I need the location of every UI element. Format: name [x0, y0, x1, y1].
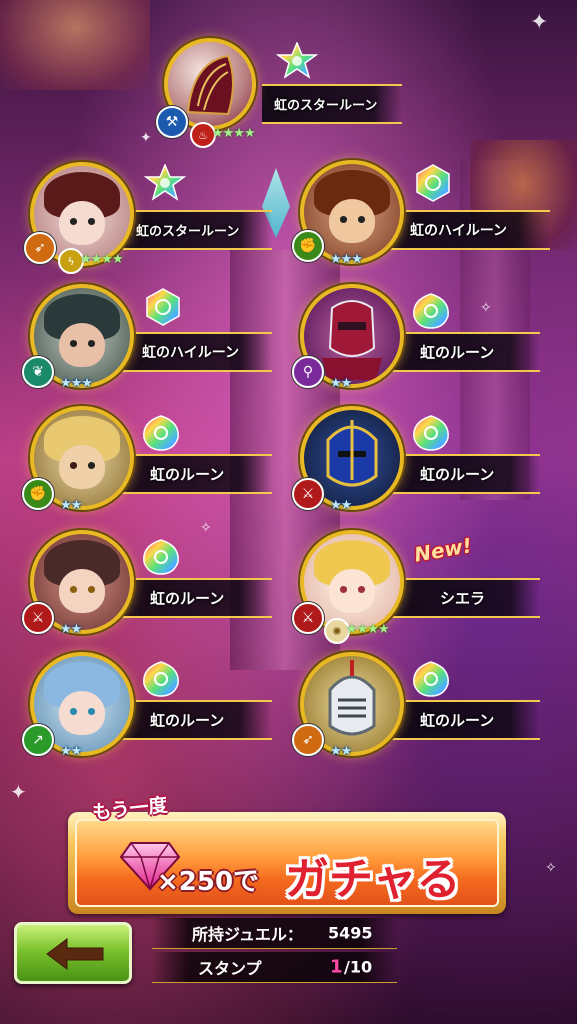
- result-name: 虹のルーン: [150, 465, 225, 484]
- result-name: 虹のルーン: [420, 343, 495, 362]
- rarity-stars: ★★★★: [80, 252, 124, 267]
- rainbow-rune-icon: [413, 293, 449, 329]
- rarity-stars: ★★★: [60, 376, 93, 391]
- pull-result-4[interactable]: 虹のハイルーン ❦ ★★★: [20, 284, 280, 404]
- pull-result-6[interactable]: 虹のルーン ✊ ★★: [20, 406, 280, 526]
- result-name: 虹のルーン: [420, 465, 495, 484]
- result-name: 虹のスタールーン: [274, 98, 378, 114]
- axe-icon: ⚒: [156, 106, 188, 138]
- rainbow-high-rune-icon: [146, 288, 180, 326]
- rarity-stars: ★★: [60, 498, 82, 513]
- rarity-stars: ★★: [60, 622, 82, 637]
- pull-result-10[interactable]: 虹のルーン ↗ ★★: [20, 652, 280, 772]
- gacha-cost: ×250で: [157, 867, 260, 897]
- stamp-total: /10: [344, 957, 373, 977]
- result-banner: 虹のルーン: [112, 700, 272, 740]
- jewel-count-label: 所持ジュエル：: [192, 925, 303, 944]
- result-banner: 虹のルーン: [390, 700, 540, 740]
- jewel-count-value: 5495: [328, 923, 373, 943]
- stamp-label: スタンプ: [198, 959, 262, 978]
- result-name: 虹のルーン: [150, 711, 225, 730]
- pull-result-2[interactable]: 虹のスタールーン ➶ ϟ ★★★★: [20, 160, 280, 280]
- sword-icon: ⚔: [292, 602, 324, 634]
- staff-icon: ⚲: [292, 356, 324, 388]
- rainbow-rune-icon: [413, 415, 449, 451]
- rainbow-star-rune-icon: [276, 42, 318, 79]
- result-banner: 虹のスタールーン: [262, 84, 402, 124]
- result-banner: 虹のルーン: [112, 578, 272, 618]
- rainbow-rune-icon: [143, 415, 179, 451]
- result-banner: 虹のハイルーン: [112, 332, 272, 372]
- fist-icon: ✊: [22, 478, 54, 510]
- pull-result-3[interactable]: 虹のハイルーン ✊ ★★★: [290, 160, 560, 280]
- pull-result-8[interactable]: 虹のルーン ⚔ ★★: [20, 530, 280, 650]
- stamp-row: スタンプ 1 /10: [152, 952, 397, 983]
- result-banner: 虹のハイルーン: [390, 210, 550, 250]
- sparkle-icon: ✦: [530, 10, 549, 35]
- result-name: 虹のスタールーン: [136, 224, 240, 240]
- background-lamp: [0, 0, 150, 90]
- gacha-button-face: ×250で ガチャる: [75, 819, 499, 907]
- result-name: 虹のルーン: [420, 711, 495, 730]
- result-name: 虹のハイルーン: [410, 223, 508, 239]
- result-banner: 虹のスタールーン: [112, 210, 272, 250]
- spear-icon: ↗: [22, 724, 54, 756]
- sparkle-icon: ✧: [545, 860, 557, 876]
- bow-icon: ➶: [24, 232, 56, 264]
- rarity-stars: ★★★★: [346, 622, 390, 637]
- rainbow-rune-icon: [413, 661, 449, 697]
- rarity-stars: ★★: [330, 744, 352, 759]
- pull-result-5[interactable]: 虹のルーン ⚲ ★★: [290, 284, 560, 404]
- sparkle-icon: ✦: [10, 780, 27, 804]
- result-name: 虹のハイルーン: [142, 345, 240, 361]
- result-name: シエラ: [440, 589, 486, 608]
- pull-result-11[interactable]: 虹のルーン ➶ ★★: [290, 652, 560, 772]
- rarity-stars: ★★: [330, 376, 352, 391]
- pull-result-1[interactable]: 虹のスタールーン ⚒ ♨ ★★★★: [150, 36, 410, 156]
- rainbow-rune-icon: [143, 539, 179, 575]
- gacha-again-button[interactable]: ×250で ガチャる: [68, 812, 506, 914]
- result-banner: 虹のルーン: [390, 332, 540, 372]
- rarity-stars: ★★: [330, 498, 352, 513]
- rarity-stars: ★★★★: [212, 126, 256, 141]
- rarity-stars: ★★★: [330, 252, 363, 267]
- wing-icon: ❦: [22, 356, 54, 388]
- rarity-stars: ★★: [60, 744, 82, 759]
- sword-icon: ⚔: [22, 602, 54, 634]
- pull-result-7[interactable]: 虹のルーン ⚔ ★★: [290, 406, 560, 526]
- back-button[interactable]: [14, 922, 132, 984]
- rainbow-star-rune-icon: [144, 164, 186, 201]
- gacha-action-label: ガチャる: [285, 854, 461, 905]
- fist-icon: ✊: [292, 230, 324, 262]
- back-arrow-icon: [46, 938, 104, 970]
- rainbow-rune-icon: [143, 661, 179, 697]
- sword-icon: ⚔: [292, 478, 324, 510]
- result-banner: 虹のルーン: [390, 454, 540, 494]
- stamp-current: 1: [330, 956, 343, 978]
- rainbow-high-rune-icon: [416, 164, 450, 202]
- bow-icon: ➶: [292, 724, 324, 756]
- gacha-results-screen: ✦ ✦ ✧ ✦ ✧ ✧ 虹のスタールーン ⚒ ♨ ★★★★ 虹のスタールーン ➶…: [0, 0, 577, 1024]
- jewel-count-row: 所持ジュエル： 5495: [152, 918, 397, 949]
- result-name: 虹のルーン: [150, 589, 225, 608]
- result-banner: シエラ: [390, 578, 540, 618]
- result-banner: 虹のルーン: [112, 454, 272, 494]
